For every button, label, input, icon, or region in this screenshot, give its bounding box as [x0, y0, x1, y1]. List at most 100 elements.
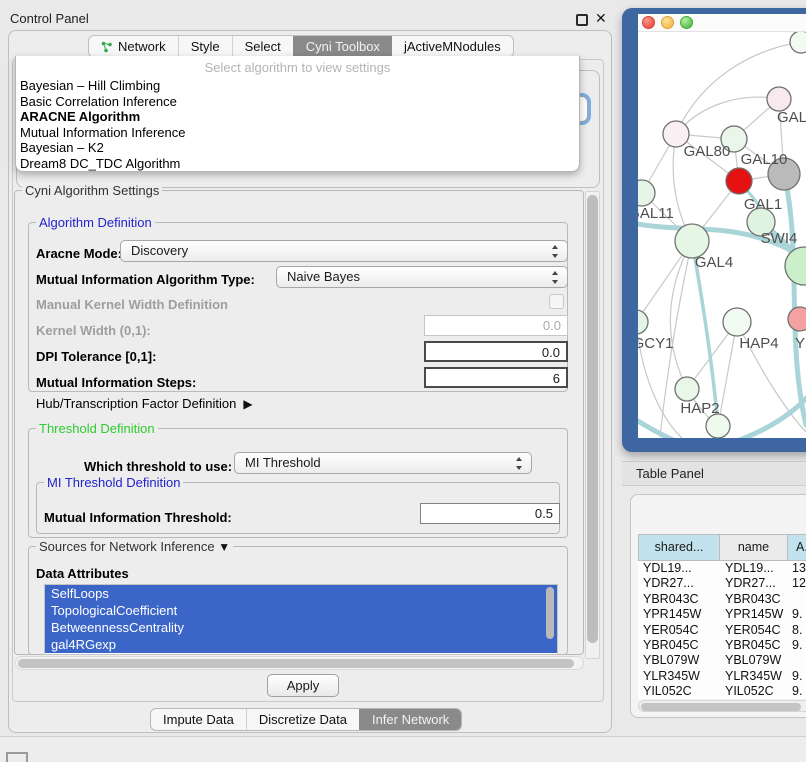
table-cell: 9.: [788, 669, 806, 684]
tab-discretize-data[interactable]: Discretize Data: [246, 709, 359, 730]
table-cell: YPR145W: [638, 607, 720, 622]
table-cell: YLR345W: [638, 669, 720, 684]
aracne-mode-select[interactable]: Discovery: [120, 240, 568, 262]
settings-vertical-scrollbar[interactable]: [585, 191, 600, 659]
network-node-bottom-node[interactable]: [706, 414, 730, 438]
network-node-HAP4[interactable]: [723, 308, 751, 336]
network-node-GCY1[interactable]: [638, 310, 648, 334]
hub-factor-expander[interactable]: Hub/Transcription Factor Definition ▶: [36, 396, 253, 411]
table-row[interactable]: YDL19...YDL19...13: [638, 561, 806, 576]
table-row[interactable]: YBR045CYBR045C9.: [638, 638, 806, 653]
tab-network[interactable]: Network: [89, 36, 178, 57]
mi-steps-field[interactable]: 6: [424, 367, 568, 388]
algorithm-option-basic-correlation-inference[interactable]: Basic Correlation Inference: [16, 94, 579, 110]
table-cell: YBR043C: [720, 592, 788, 607]
algorithm-list: Bayesian – Hill ClimbingBasic Correlatio…: [16, 78, 579, 171]
table-cell: YER054C: [720, 623, 788, 638]
tab-label: Cyni Toolbox: [306, 39, 380, 54]
attribute-item-betweennesscentrality[interactable]: BetweennessCentrality: [45, 619, 557, 636]
mi-threshold-group-title: MI Threshold Definition: [44, 475, 183, 490]
algorithm-option-bayesian-k2[interactable]: Bayesian – K2: [16, 140, 579, 156]
tab-select[interactable]: Select: [232, 36, 293, 57]
table-row[interactable]: YER054CYER054C8.: [638, 623, 806, 638]
node-label-GAL1: GAL1: [744, 196, 782, 213]
column-header-name[interactable]: name: [720, 534, 788, 561]
mi-threshold-label: Mutual Information Threshold:: [44, 510, 232, 525]
algorithm-definition-title: Algorithm Definition: [36, 215, 155, 230]
network-node-top-node[interactable]: [790, 32, 806, 53]
data-attributes-list[interactable]: SelfLoopsTopologicalCoefficientBetweenne…: [44, 584, 558, 655]
table-cell: [788, 592, 806, 607]
tab-cyni-toolbox[interactable]: Cyni Toolbox: [293, 36, 392, 57]
column-header-shared-[interactable]: shared...: [638, 534, 720, 561]
close-traffic-light-icon[interactable]: [642, 16, 655, 29]
table-cell: YLR345W: [720, 669, 788, 684]
attributes-scrollbar[interactable]: [546, 586, 555, 652]
float-window-icon[interactable]: [576, 14, 588, 26]
settings-horizontal-scrollbar-thumb[interactable]: [18, 659, 574, 668]
table-body: YDL19...YDL19...13YDR27...YDR27...12YBR0…: [638, 561, 806, 699]
settings-horizontal-scrollbar[interactable]: [15, 656, 584, 670]
network-node-GAL1[interactable]: [726, 168, 752, 194]
algorithm-option-dream8-dc-tdc-algorithm[interactable]: Dream8 DC_TDC Algorithm: [16, 156, 579, 172]
attribute-item-selfloops[interactable]: SelfLoops: [45, 585, 557, 602]
algorithm-option-aracne-algorithm[interactable]: ARACNE Algorithm: [16, 109, 579, 125]
table-row[interactable]: YBL079WYBL079W: [638, 653, 806, 668]
node-label-SWI4: SWI4: [761, 230, 798, 247]
attribute-item-gal4rgexp[interactable]: gal4RGexp: [45, 636, 557, 653]
tab-label: Style: [191, 39, 220, 54]
table-row[interactable]: YDR27...YDR27...12: [638, 576, 806, 591]
node-label-GAL7: GAL7: [777, 109, 806, 126]
network-node-GAL7[interactable]: [767, 87, 791, 111]
tab-jactivemnodules[interactable]: jActiveMNodules: [392, 36, 513, 57]
mi-threshold-field[interactable]: 0.5: [420, 503, 560, 524]
zoom-traffic-light-icon[interactable]: [680, 16, 693, 29]
table-horizontal-scrollbar-thumb[interactable]: [641, 703, 801, 711]
table-cell: 13: [788, 561, 806, 576]
tab-impute-data[interactable]: Impute Data: [151, 709, 246, 730]
tab-style[interactable]: Style: [178, 36, 232, 57]
table-cell: YBL079W: [638, 653, 720, 668]
minimize-traffic-light-icon[interactable]: [661, 16, 674, 29]
network-node-HAP2[interactable]: [675, 377, 699, 401]
dpi-tolerance-field[interactable]: 0.0: [424, 341, 568, 362]
table-horizontal-scrollbar[interactable]: [638, 700, 806, 712]
close-icon[interactable]: ✕: [595, 10, 607, 27]
algorithm-option-bayesian-hill-climbing[interactable]: Bayesian – Hill Climbing: [16, 78, 579, 94]
node-label-GAL80: GAL80: [684, 143, 731, 160]
node-label-HAP4: HAP4: [739, 335, 778, 352]
which-threshold-select[interactable]: MI Threshold: [234, 452, 532, 474]
sources-title[interactable]: Sources for Network Inference ▼: [36, 539, 233, 554]
kernel-width-field[interactable]: 0.0: [424, 315, 568, 336]
table-cell: YBR045C: [638, 638, 720, 653]
table-row[interactable]: YBR043CYBR043C: [638, 592, 806, 607]
bottom-tab-bar: Impute DataDiscretize DataInfer Network: [150, 708, 462, 731]
network-node-GAL4[interactable]: [675, 224, 709, 258]
minimized-panel-icon[interactable]: [6, 752, 28, 762]
tab-infer-network[interactable]: Infer Network: [359, 709, 461, 730]
apply-button[interactable]: Apply: [267, 674, 339, 697]
manual-kernel-checkbox[interactable]: [549, 294, 564, 309]
manual-kernel-label: Manual Kernel Width Definition: [36, 297, 228, 312]
network-node-GAL11[interactable]: [638, 180, 655, 206]
table-cell: 9.: [788, 607, 806, 622]
spinner-arrows-icon: [551, 245, 560, 259]
table-row[interactable]: YPR145WYPR145W9.: [638, 607, 806, 622]
attributes-scrollbar-thumb[interactable]: [546, 587, 554, 639]
table-cell: 9.: [788, 638, 806, 653]
settings-vertical-scrollbar-thumb[interactable]: [587, 195, 598, 643]
sources-title-label: Sources for Network Inference: [39, 539, 215, 554]
network-node-big-green[interactable]: [785, 247, 806, 285]
kernel-width-label: Kernel Width (0,1):: [36, 323, 151, 338]
algorithm-option-mutual-information-inference[interactable]: Mutual Information Inference: [16, 125, 579, 141]
attribute-item-topologicalcoefficient[interactable]: TopologicalCoefficient: [45, 602, 557, 619]
mi-algorithm-type-select[interactable]: Naive Bayes: [276, 266, 568, 288]
network-node-Y[interactable]: [788, 307, 806, 331]
column-header-a-[interactable]: A...: [788, 534, 806, 561]
table-row[interactable]: YLR345WYLR345W9.: [638, 669, 806, 684]
network-canvas[interactable]: GAL7GAL80GAL10GAL1GAL11SWI4GAL4GCY1HAP4Y…: [638, 32, 806, 438]
aracne-mode-value: Discovery: [131, 243, 188, 258]
mi-type-value: Naive Bayes: [287, 269, 360, 284]
table-cell: YDL19...: [720, 561, 788, 576]
table-row[interactable]: YIL052CYIL052C9.: [638, 684, 806, 699]
